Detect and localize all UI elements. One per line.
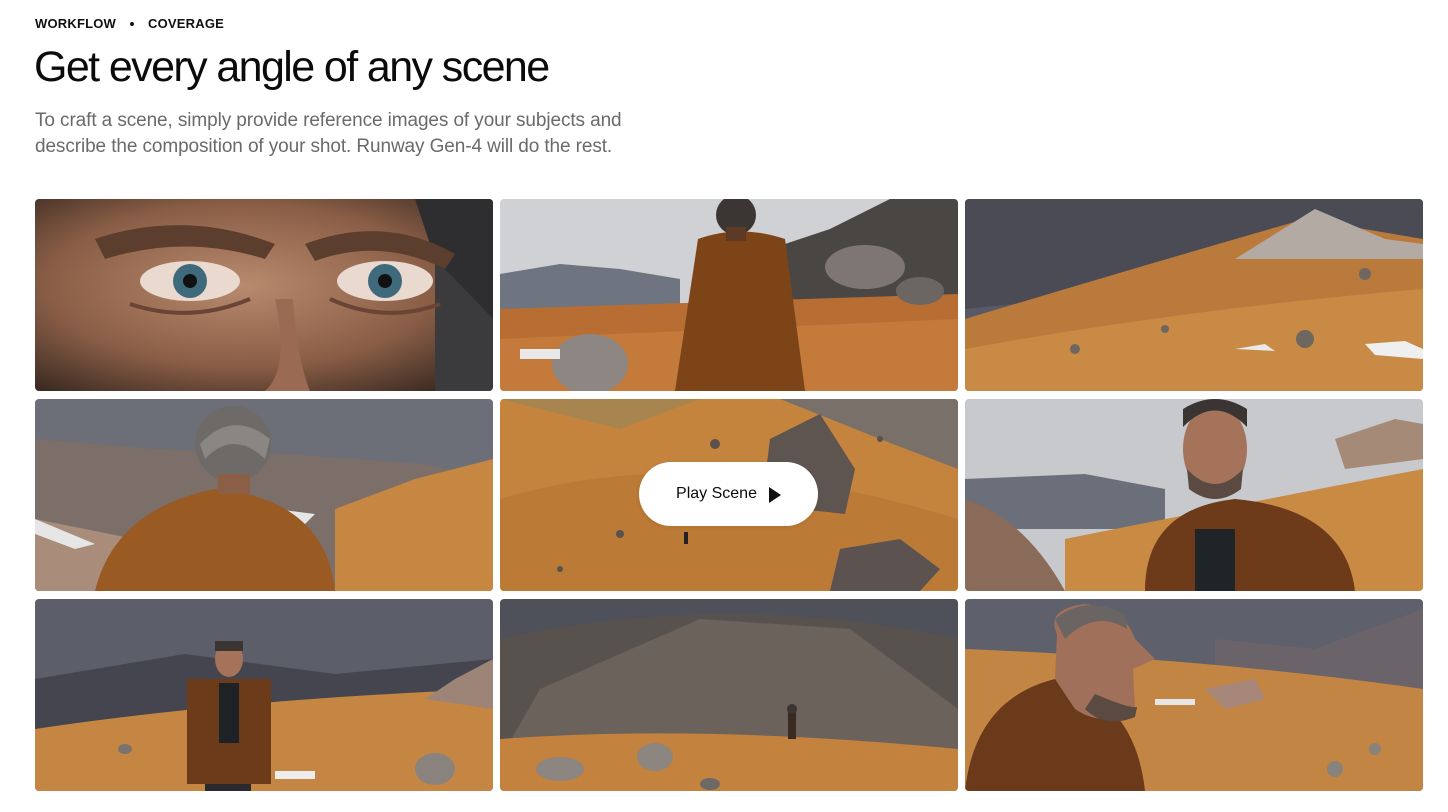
establishing-image xyxy=(500,599,958,791)
play-scene-label: Play Scene xyxy=(676,485,757,502)
shot-over-shoulder[interactable] xyxy=(35,399,493,591)
back-wide-image xyxy=(500,199,958,391)
play-scene-button[interactable]: Play Scene xyxy=(639,462,818,526)
play-icon xyxy=(768,486,781,503)
profile-image xyxy=(965,599,1423,791)
shot-front-medium[interactable] xyxy=(965,399,1423,591)
shot-establishing[interactable] xyxy=(500,599,958,791)
shot-back-wide[interactable] xyxy=(500,199,958,391)
shot-landscape-wide[interactable] xyxy=(965,199,1423,391)
front-medium-image xyxy=(965,399,1423,591)
page-title: Get every angle of any scene xyxy=(34,43,550,91)
face-closeup-image xyxy=(35,199,493,391)
over-shoulder-image xyxy=(35,399,493,591)
shot-profile[interactable] xyxy=(965,599,1423,791)
full-body-image xyxy=(35,599,493,791)
breadcrumb: WORKFLOW COVERAGE xyxy=(35,16,224,31)
breadcrumb-item-coverage[interactable]: COVERAGE xyxy=(148,16,224,31)
breadcrumb-separator xyxy=(130,21,135,26)
breadcrumb-item-workflow[interactable]: WORKFLOW xyxy=(35,16,116,31)
shot-face-closeup[interactable] xyxy=(35,199,493,391)
shot-full-body[interactable] xyxy=(35,599,493,791)
page-subtitle: To craft a scene, simply provide referen… xyxy=(35,110,622,157)
landscape-wide-image xyxy=(965,199,1423,391)
